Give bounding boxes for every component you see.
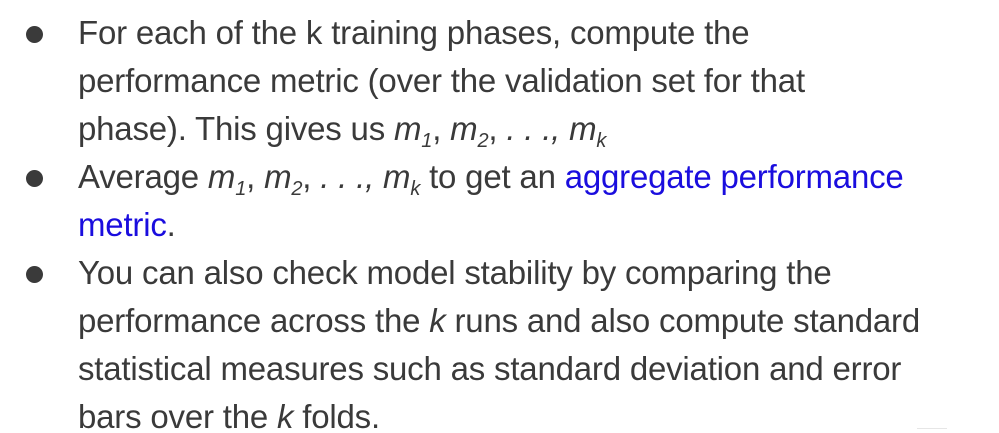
math-k: k <box>429 302 446 339</box>
bullet-3-line-3: statistical measures such as standard de… <box>78 350 902 387</box>
bullet-item-average: Average m1, m2, . . ., mk to get an aggr… <box>0 153 999 249</box>
aggregate-performance-link-part-1[interactable]: aggregate performance <box>565 158 904 195</box>
bullet-1-line-1: For each of the k training phases, compu… <box>78 14 750 51</box>
math-mk: mk <box>569 110 607 152</box>
bullet-3-line-4b: folds. <box>293 398 380 433</box>
bullet-item-training-phases: For each of the k training phases, compu… <box>0 9 999 153</box>
bullet-dot-icon <box>26 26 43 43</box>
bullet-2-middle: to get an <box>420 158 565 195</box>
bullet-2-suffix: . <box>166 206 176 243</box>
bullet-2-prefix: Average <box>78 158 208 195</box>
math-mk: mk <box>383 158 421 200</box>
bullet-1-line-3-prefix: phase). This gives us <box>78 110 394 147</box>
bullet-3-line-4a: bars over the <box>78 398 277 433</box>
page: For each of the k training phases, compu… <box>0 0 999 433</box>
bullet-item-model-stability: You can also check model stability by co… <box>0 249 999 433</box>
bullet-list: For each of the k training phases, compu… <box>0 9 999 433</box>
math-ellipsis: . . ., <box>320 158 375 195</box>
bullet-dot-icon <box>26 170 43 187</box>
math-k: k <box>276 398 294 433</box>
bullet-1-line-2: performance metric (over the validation … <box>78 62 805 99</box>
math-m1: m1 <box>393 110 433 152</box>
faint-divider <box>917 428 947 433</box>
math-m1: m1 <box>207 158 247 200</box>
bullet-dot-icon <box>26 266 43 283</box>
bullet-3-line-2a: performance across the <box>78 302 430 339</box>
math-m2: m2 <box>264 158 303 200</box>
aggregate-performance-link-part-2[interactable]: metric <box>78 206 167 243</box>
math-m2: m2 <box>450 110 489 152</box>
math-ellipsis: . . ., <box>506 110 561 147</box>
bullet-3-line-2b: runs and also compute standard <box>445 302 921 339</box>
bullet-3-line-1: You can also check model stability by co… <box>78 254 832 291</box>
